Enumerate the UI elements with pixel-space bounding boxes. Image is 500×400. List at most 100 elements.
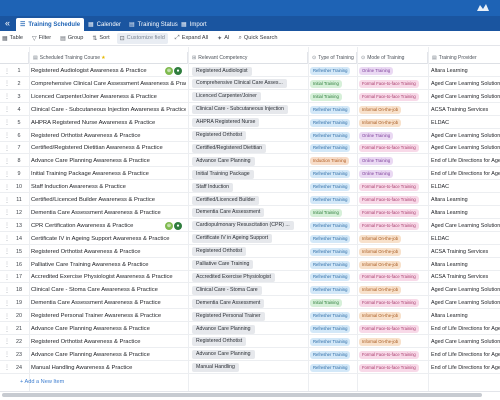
provider-cell[interactable]: Aged Care Learning Solutions (431, 220, 500, 232)
mode-cell[interactable]: Informal On-the-job (359, 117, 426, 129)
type-cell[interactable]: Refresher Training (310, 323, 356, 335)
drag-handle-icon[interactable]: ⋮ (4, 91, 10, 103)
table-row[interactable]: ⋮ 11 Certified/Licenced Builder Awareness … (0, 194, 500, 206)
course-cell[interactable]: Dementia Care Assessment Awareness & Pra… (31, 297, 186, 309)
mode-cell[interactable]: Informal On-the-job (359, 284, 426, 296)
type-cell[interactable]: Initial Training (310, 78, 356, 90)
mode-cell[interactable]: Online Training (359, 155, 426, 167)
mode-cell[interactable]: Informal On-the-job (359, 104, 426, 116)
comment-icon[interactable]: ● (174, 67, 182, 75)
mode-cell[interactable]: Formal Face-to-face Training (359, 207, 426, 219)
mode-cell[interactable]: Formal Face-to-face Training (359, 362, 426, 374)
provider-cell[interactable]: Altara Learning (431, 259, 500, 271)
drag-handle-icon[interactable]: ⋮ (4, 181, 10, 193)
type-cell[interactable]: Refresher Training (310, 181, 356, 193)
table-row[interactable]: ⋮ 24 Manual Handling Awareness & Practice M… (0, 362, 500, 374)
competency-cell[interactable]: Certified/Registered Dietitian (190, 142, 306, 154)
course-cell[interactable]: Certificate IV in Ageing Support Awarene… (31, 233, 186, 245)
type-cell[interactable]: Refresher Training (310, 284, 356, 296)
provider-cell[interactable]: Altara Learning (431, 207, 500, 219)
drag-handle-icon[interactable]: ⋮ (4, 362, 10, 374)
competency-cell[interactable]: Licenced Carpenter/Joiner (190, 91, 306, 103)
group-button[interactable]: ▤ Group (58, 33, 85, 44)
drag-handle-icon[interactable]: ⋮ (4, 65, 10, 77)
table-row[interactable]: ⋮ 5 AHPRA Registered Nurse Awareness & Pra… (0, 117, 500, 129)
table-row[interactable]: ⋮ 19 Dementia Care Assessment Awareness & … (0, 297, 500, 310)
type-cell[interactable]: Refresher Training (310, 233, 356, 245)
type-cell[interactable]: Refresher Training (310, 259, 356, 271)
table-row[interactable]: ⋮ 3 Licenced Carpenter/Joiner Awareness & … (0, 91, 500, 103)
table-view-button[interactable]: ▦ Table (0, 33, 25, 44)
drag-handle-icon[interactable]: ⋮ (4, 271, 10, 283)
type-cell[interactable]: Refresher Training (310, 65, 356, 77)
provider-cell[interactable]: End of Life Directions for Aged (431, 155, 500, 167)
course-cell[interactable]: Dementia Care Assessment Awareness & Pra… (31, 207, 186, 219)
provider-cell[interactable]: ELDAC (431, 233, 500, 245)
provider-cell[interactable]: Altara Learning (431, 310, 500, 322)
drag-handle-icon[interactable]: ⋮ (4, 233, 10, 245)
course-cell[interactable]: Advance Care Planning Awareness & Practi… (31, 155, 186, 167)
competency-cell[interactable]: Clinical Care - Stoma Care (190, 284, 306, 296)
mode-cell[interactable]: Formal Face-to-face Training (359, 142, 426, 154)
type-cell[interactable]: Initial Training (310, 207, 356, 219)
drag-handle-icon[interactable]: ⋮ (4, 130, 10, 142)
type-cell[interactable]: Refresher Training (310, 130, 356, 142)
provider-cell[interactable]: Aged Care Learning Solutions (431, 78, 500, 90)
drag-handle-icon[interactable]: ⋮ (4, 117, 10, 129)
drag-handle-icon[interactable]: ⋮ (4, 259, 10, 271)
type-cell[interactable]: Refresher Training (310, 117, 356, 129)
ai-button[interactable]: ✦ AI (215, 33, 231, 44)
mode-cell[interactable]: Informal On-the-job (359, 310, 426, 322)
competency-cell[interactable]: Palliative Care Training (190, 259, 306, 271)
mode-cell[interactable]: Formal Face-to-face Training (359, 194, 426, 206)
competency-cell[interactable]: Dementia Care Assessment (190, 207, 306, 219)
mode-cell[interactable]: Formal Face-to-face Training (359, 220, 426, 232)
table-row[interactable]: ⋮ 13 CPR Certification Awareness & Practic… (0, 220, 500, 232)
course-cell[interactable]: Clinical Care - Subcutaneous Injection A… (31, 104, 186, 116)
mode-cell[interactable]: Online Training (359, 168, 426, 180)
course-cell[interactable]: Certified/Registered Dietitian Awareness… (31, 142, 186, 154)
tab-import[interactable]: ▦ Import (177, 18, 211, 31)
type-cell[interactable]: Refresher Training (310, 104, 356, 116)
course-cell[interactable]: Staff Induction Awareness & Practice (31, 181, 186, 193)
course-cell[interactable]: Registered Orthotist Awareness & Practic… (31, 336, 186, 348)
column-header-type[interactable]: ⊙ Type of Training (308, 52, 357, 64)
mode-cell[interactable]: Formal Face-to-face Training (359, 323, 426, 335)
type-cell[interactable]: Refresher Training (310, 310, 356, 322)
type-cell[interactable]: Initial Training (310, 297, 356, 309)
provider-cell[interactable]: End of Life Directions for Aged (431, 349, 500, 361)
provider-cell[interactable]: End of Life Directions for Aged (431, 168, 500, 180)
drag-handle-icon[interactable]: ⋮ (4, 142, 10, 154)
provider-cell[interactable]: Aged Care Learning Solutions (431, 142, 500, 154)
drag-handle-icon[interactable]: ⋮ (4, 323, 10, 335)
table-row[interactable]: ⋮ 2 Comprehensive Clinical Care Assessment… (0, 78, 500, 90)
column-header-competency[interactable]: ⊞ Relevant Competency (188, 52, 308, 64)
course-cell[interactable]: Licenced Carpenter/Joiner Awareness & Pr… (31, 91, 186, 103)
drag-handle-icon[interactable]: ⋮ (4, 297, 10, 309)
expand-all-button[interactable]: ⤢ Expand All (173, 33, 210, 44)
competency-cell[interactable]: Comprehensive Clinical Care Asses... (190, 78, 306, 90)
provider-cell[interactable]: ACSA Training Services (431, 271, 500, 283)
competency-cell[interactable]: Registered Personal Trainer (190, 310, 306, 322)
table-row[interactable]: ⋮ 22 Registered Orthotist Awareness & Prac… (0, 336, 500, 348)
provider-cell[interactable]: End of Life Directions for Aged (431, 362, 500, 374)
competency-cell[interactable]: Registered Orthotist (190, 246, 306, 258)
provider-cell[interactable]: Aged Care Learning Solutions (431, 130, 500, 142)
attachment-icon[interactable]: ⊕ (165, 221, 173, 230)
type-cell[interactable]: Refresher Training (310, 220, 356, 232)
competency-cell[interactable]: Clinical Care - Subcutaneous Injection (190, 104, 306, 116)
competency-cell[interactable]: Certificate IV in Ageing Support (190, 233, 306, 245)
competency-cell[interactable]: Registered Audiologist (190, 65, 306, 77)
course-cell[interactable]: Registered Personal Trainer Awareness & … (31, 310, 186, 322)
drag-handle-icon[interactable]: ⋮ (4, 336, 10, 348)
horizontal-scrollbar[interactable] (2, 393, 482, 397)
table-row[interactable]: ⋮ 18 Clinical Care - Stoma Care Awareness … (0, 284, 500, 297)
drag-handle-icon[interactable]: ⋮ (4, 349, 10, 361)
table-row[interactable]: ⋮ 14 Certificate IV in Ageing Support Awar… (0, 233, 500, 245)
table-row[interactable]: ⋮ 7 Certified/Registered Dietitian Awarene… (0, 142, 500, 155)
tab-calender[interactable]: ▦ Calender (84, 18, 125, 31)
competency-cell[interactable]: Initial Training Package (190, 168, 306, 180)
course-cell[interactable]: Comprehensive Clinical Care Assessment A… (31, 78, 186, 90)
comment-icon[interactable]: ● (174, 221, 182, 230)
sort-button[interactable]: ⇅ Sort (90, 33, 111, 44)
